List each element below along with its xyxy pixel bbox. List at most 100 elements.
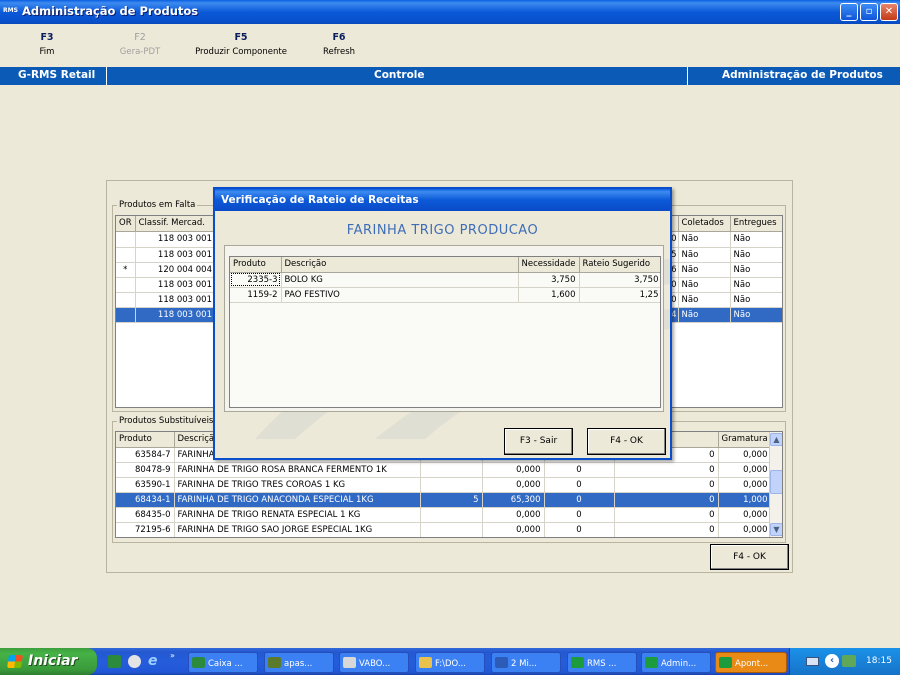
window-title: Administração de Produtos: [22, 4, 199, 18]
col-necessidade[interactable]: Necessidade: [518, 257, 580, 273]
taskbar-app-icon: [343, 657, 356, 668]
network-icon[interactable]: [842, 655, 856, 667]
rateio-row[interactable]: 1159-2 PAO FESTIVO 1,600 1,25: [230, 287, 660, 303]
taskbar-item[interactable]: apas...: [264, 652, 334, 673]
col-produto[interactable]: Produto: [116, 432, 175, 448]
sub-valor2: 0: [544, 492, 615, 508]
falta-row[interactable]: 118 003 001: [116, 232, 216, 248]
falta-classif: 118 003 001: [135, 277, 216, 293]
taskbar-item[interactable]: RMS ...: [567, 652, 637, 673]
substituivel-row[interactable]: 63590-1 FARINHA DE TRIGO TRES COROAS 1 K…: [116, 477, 772, 493]
falta-row[interactable]: * 120 004 004: [116, 262, 216, 278]
col-descricao[interactable]: Descrição: [281, 257, 519, 273]
sub-gramatura: 0,000: [718, 462, 772, 478]
scroll-down-icon[interactable]: ▼: [770, 523, 782, 536]
col-gramatura[interactable]: Gramatura: [718, 432, 772, 448]
start-button[interactable]: Iniciar: [0, 648, 97, 675]
close-button[interactable]: ✕: [880, 3, 898, 21]
scroll-up-icon[interactable]: ▲: [770, 433, 782, 446]
sub-valor: 0,000: [482, 507, 545, 523]
falta-row[interactable]: 118 003 001: [116, 292, 216, 308]
falta-or: [116, 292, 136, 308]
taskbar: Iniciar e » Caixa ... apas... VABO... F:\DO…: [0, 648, 900, 675]
sub-gramatura: 0,000: [718, 447, 772, 463]
sub-quantidade: [420, 462, 483, 478]
sub-descricao: FARINHA DE TRIGO ANACONDA ESPECIAL 1KG: [174, 492, 421, 508]
taskbar-item[interactable]: Admin...: [641, 652, 711, 673]
taskbar-item[interactable]: 2 Mi...: [491, 652, 561, 673]
col-coletados[interactable]: Coletados: [678, 216, 731, 232]
clock[interactable]: 18:15: [866, 656, 892, 666]
taskbar-app-icon: [192, 657, 205, 668]
falta-row-right[interactable]: 0 Não Não: [664, 277, 782, 293]
falta-row[interactable]: 118 003 001: [116, 307, 216, 323]
produzir-componente-label: Produzir Componente: [195, 47, 287, 57]
falta-classif: 118 003 001: [135, 232, 216, 248]
falta-coletados: Não: [678, 247, 731, 263]
falta-row-right[interactable]: 0 Não Não: [664, 232, 782, 248]
taskbar-item[interactable]: Caixa ...: [188, 652, 258, 673]
refresh-button[interactable]: F6 Refresh: [316, 32, 362, 57]
header-center: Controle: [374, 69, 425, 81]
taskbar-item[interactable]: F:\DO...: [415, 652, 485, 673]
dialog-ok-button[interactable]: F4 - OK: [587, 428, 666, 455]
rateio-table[interactable]: Produto Descrição Necessidade Rateio Sug…: [229, 256, 661, 408]
windows-logo-icon: [7, 655, 23, 668]
substituivel-row[interactable]: 68434-1 FARINHA DE TRIGO ANACONDA ESPECI…: [116, 492, 772, 508]
gera-pdt-key: F2: [134, 32, 146, 43]
maximize-button[interactable]: ▫: [860, 3, 878, 21]
substituivel-row[interactable]: 68435-0 FARINHA DE TRIGO RENATA ESPECIAL…: [116, 507, 772, 523]
quicklaunch-media-icon[interactable]: [128, 655, 141, 668]
falta-row[interactable]: 118 003 001: [116, 277, 216, 293]
sub-descricao: FARINHA DE TRIGO TRES COROAS 1 KG: [174, 477, 421, 493]
ok-button[interactable]: F4 - OK: [710, 544, 789, 570]
substituivel-row[interactable]: 72195-6 FARINHA DE TRIGO SAO JORGE ESPEC…: [116, 522, 772, 537]
falta-or: [116, 307, 136, 323]
gera-pdt-button[interactable]: F2 Gera-PDT: [114, 32, 166, 57]
scroll-thumb[interactable]: [770, 470, 782, 494]
falta-row-right[interactable]: 0 Não Não: [664, 292, 782, 308]
taskbar-item[interactable]: Apont...: [715, 652, 787, 673]
taskbar-app-icon: [268, 657, 281, 668]
col-entregues[interactable]: Entregues: [730, 216, 782, 232]
faltas-title: Produtos em Falta: [117, 200, 198, 210]
sair-button[interactable]: F3 - Sair: [504, 428, 573, 455]
sub-calculado: 0: [614, 462, 719, 478]
header-right: Administração de Produtos: [722, 69, 883, 81]
col-produto[interactable]: Produto: [230, 257, 282, 273]
taskbar-item[interactable]: VABO...: [339, 652, 409, 673]
sub-quantidade: [420, 507, 483, 523]
falta-row-right[interactable]: 04NãoNão: [664, 307, 782, 323]
sub-valor2: 0: [544, 507, 615, 523]
substituivel-row[interactable]: 80478-9 FARINHA DE TRIGO ROSA BRANCA FER…: [116, 462, 772, 478]
produzir-componente-button[interactable]: F5 Produzir Componente: [192, 32, 290, 57]
falta-row[interactable]: 118 003 001: [116, 247, 216, 263]
keyboard-icon[interactable]: [806, 657, 819, 666]
header-bar: G-RMS Retail Controle Administração de P…: [0, 67, 900, 85]
falta-row-right[interactable]: 5 Não Não: [664, 247, 782, 263]
taskbar-app-icon: [719, 657, 732, 668]
expand-tray-icon[interactable]: ‹: [825, 654, 839, 668]
quicklaunch-desktop-icon[interactable]: [108, 655, 121, 668]
taskbar-app-icon: [495, 657, 508, 668]
refresh-label: Refresh: [322, 47, 356, 57]
falta-or: [116, 247, 136, 263]
substituiveis-scrollbar[interactable]: ▲ ▼: [769, 432, 782, 537]
quicklaunch-more-icon[interactable]: »: [170, 651, 175, 660]
dialog-title[interactable]: Verificação de Rateio de Receitas: [215, 189, 670, 211]
col-classif[interactable]: Classif. Mercad.: [135, 216, 217, 232]
fim-button[interactable]: F3 Fim: [30, 32, 64, 57]
sub-calculado: 0: [614, 507, 719, 523]
dialog-table-frame: Produto Descrição Necessidade Rateio Sug…: [224, 245, 664, 412]
sub-gramatura: 0,000: [718, 522, 772, 537]
col-or[interactable]: OR: [116, 216, 136, 232]
falta-row-right[interactable]: 36NãoNão: [664, 262, 782, 278]
quicklaunch-ie-icon[interactable]: e: [148, 653, 158, 669]
rateio-necessidade: 1,600: [518, 287, 580, 303]
rateio-descricao: PAO FESTIVO: [281, 287, 519, 303]
col-rateio-sugerido[interactable]: Rateio Sugerido: [579, 257, 660, 273]
minimize-button[interactable]: _: [840, 3, 858, 21]
rateio-row[interactable]: 2335-3 BOLO KG 3,750 3,750: [230, 272, 660, 288]
sub-gramatura: 1,000: [718, 492, 772, 508]
window-titlebar[interactable]: RMS Administração de Produtos _ ▫ ✕: [0, 0, 900, 24]
